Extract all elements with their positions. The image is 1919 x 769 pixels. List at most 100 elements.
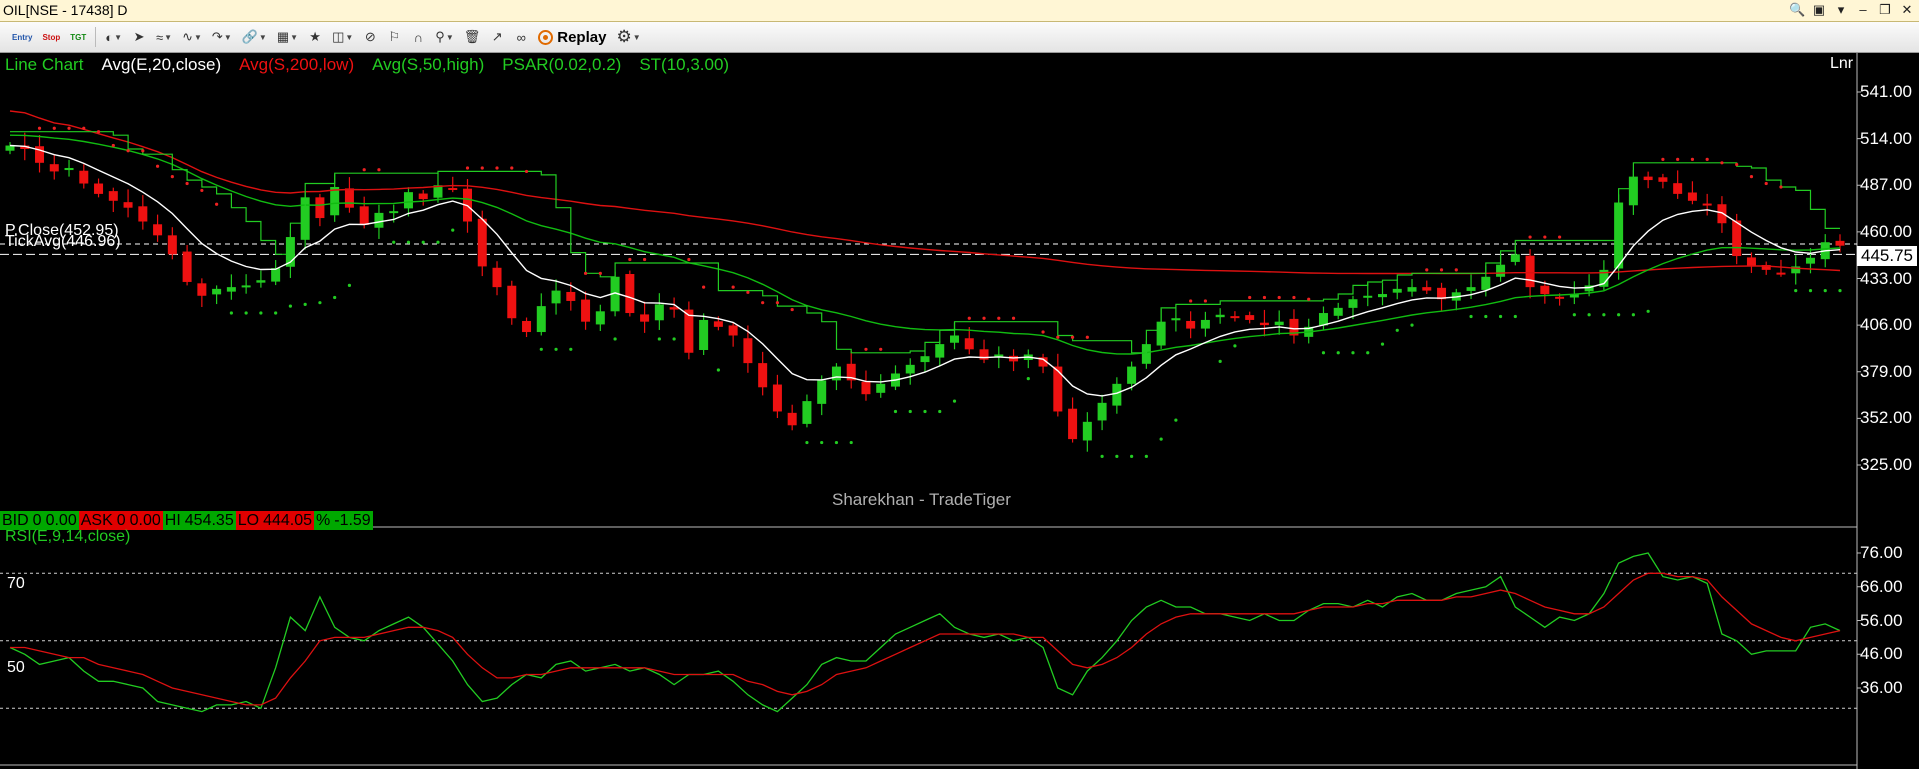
psar-dot [598, 271, 602, 275]
psar-dot [421, 240, 425, 244]
psar-dot [1277, 295, 1281, 300]
candle-body [566, 291, 576, 301]
psar-dot [1735, 162, 1739, 167]
toolbar-separator [95, 27, 97, 47]
psar-dot [303, 302, 307, 307]
scanner-button[interactable]: ◫ ▼ [328, 25, 357, 49]
dropdown-icon[interactable]: ▾ [1833, 2, 1849, 18]
zoom-icon[interactable]: 🔍 [1789, 2, 1805, 18]
price-axis-tick: 406.00 [1860, 315, 1912, 335]
legend-psar[interactable]: PSAR(0.02,0.2) [502, 55, 621, 75]
indicator-button[interactable]: ≈ ▼ [152, 25, 176, 49]
properties-button[interactable]: ∞ [510, 25, 532, 49]
sma200-line [9, 110, 1841, 275]
psar-dot [200, 188, 204, 193]
zoom-button[interactable]: ⚲ ▼ [431, 25, 457, 49]
magnet-button[interactable]: ∩ [407, 25, 429, 49]
watermark: Sharekhan - TradeTiger [832, 490, 1011, 509]
candle-body [271, 268, 281, 282]
favorite-button[interactable]: ★ [304, 25, 326, 49]
grid-layer [0, 53, 1858, 769]
target-label: TGT [70, 32, 87, 42]
trend-button[interactable]: ↗ [486, 25, 508, 49]
alert-icon: ⚐ [388, 29, 401, 44]
candle-body [1540, 285, 1550, 295]
entry-label: Entry [12, 32, 33, 42]
restore-icon[interactable]: ❐ [1877, 2, 1893, 18]
replay-button[interactable]: Replay [534, 25, 610, 49]
candle-body [1422, 287, 1432, 291]
psar-dot [451, 228, 455, 232]
legend-supertrend[interactable]: ST(10,3.00) [639, 55, 729, 75]
chevron-down-icon: ▼ [632, 32, 641, 42]
candle-body [1481, 276, 1491, 290]
chart-type-button[interactable]: ◐ ▼ [101, 25, 126, 49]
psar-dot [1764, 181, 1768, 186]
psar-dot [967, 316, 971, 320]
delete-button[interactable]: 🗑 [460, 25, 485, 49]
indicator-icon: ≈ [156, 29, 164, 45]
study-button[interactable]: ∿ ▼ [178, 25, 206, 49]
psar-dot [524, 169, 529, 174]
psar-dot [480, 166, 484, 170]
candle-body [1835, 240, 1845, 246]
candle-body [595, 311, 605, 325]
legend-ema20[interactable]: Avg(E,20,close) [101, 55, 221, 75]
price-axis-tick: 541.00 [1860, 82, 1912, 101]
psar-dot [938, 409, 942, 414]
psar-dot [155, 164, 160, 168]
settings-button[interactable]: ⚙ ▼ [612, 25, 644, 49]
magnifier-icon: ⚲ [435, 29, 445, 44]
candle-body [212, 288, 222, 295]
chart-canvas[interactable] [0, 53, 1919, 769]
entry-button[interactable]: Entry [8, 25, 36, 49]
candle-body [1245, 315, 1255, 320]
psar-dot [377, 168, 381, 172]
monitor-icon[interactable]: ▣ [1811, 2, 1827, 18]
candle-body [1658, 177, 1668, 182]
legend-chart-type[interactable]: Line Chart [5, 55, 83, 75]
candle-body [536, 306, 546, 333]
psar-dot [1631, 313, 1635, 317]
close-icon[interactable]: ✕ [1899, 2, 1915, 18]
minimize-icon[interactable]: – [1855, 2, 1871, 18]
scanner-icon: ◫ [332, 29, 345, 44]
cursor-button[interactable]: ➤ [128, 25, 150, 49]
legend-sma50[interactable]: Avg(S,50,high) [372, 55, 484, 75]
psar-dot [1056, 335, 1060, 339]
candle-body [654, 304, 664, 321]
chevron-down-icon: ▼ [114, 32, 123, 42]
psar-dot [893, 409, 898, 414]
rsi-label[interactable]: RSI(E,9,14,close) [5, 528, 130, 546]
candle-body [315, 197, 325, 219]
trash-icon: 🗑 [463, 29, 481, 44]
link-button[interactable]: 🔗 ▼ [238, 25, 271, 49]
scale-mode-toggle[interactable]: Lnr [1830, 55, 1853, 73]
stop-button[interactable]: Stop [38, 25, 64, 49]
compare-button[interactable]: ⊘ [359, 25, 381, 49]
candle-body [625, 274, 635, 314]
draw-button[interactable]: ↷ ▼ [208, 25, 236, 49]
psar-dot [583, 271, 588, 275]
candle-body [551, 290, 561, 304]
candle-body [507, 285, 517, 319]
candle-body [743, 338, 753, 364]
psar-dot [1189, 299, 1193, 303]
price-axis-tick: 487.00 [1860, 175, 1912, 195]
candle-body [772, 384, 782, 412]
target-button[interactable]: TGT [66, 25, 90, 49]
psar-dot [879, 347, 883, 351]
link-icon: 🔗 [241, 29, 258, 44]
alert-button[interactable]: ⚐ [383, 25, 405, 49]
psar-dot [1602, 313, 1606, 317]
candle-body [876, 383, 886, 393]
psar-dot [1218, 359, 1222, 363]
rsi-layer [9, 552, 1841, 713]
psar-dot [1469, 314, 1473, 319]
legend-sma200[interactable]: Avg(S,200,low) [239, 55, 354, 75]
template-button[interactable]: ▦ ▼ [273, 25, 302, 49]
candle-body [1171, 318, 1181, 321]
candle-body [389, 211, 399, 214]
candle-body [964, 338, 974, 350]
psar-dot [1808, 288, 1813, 293]
